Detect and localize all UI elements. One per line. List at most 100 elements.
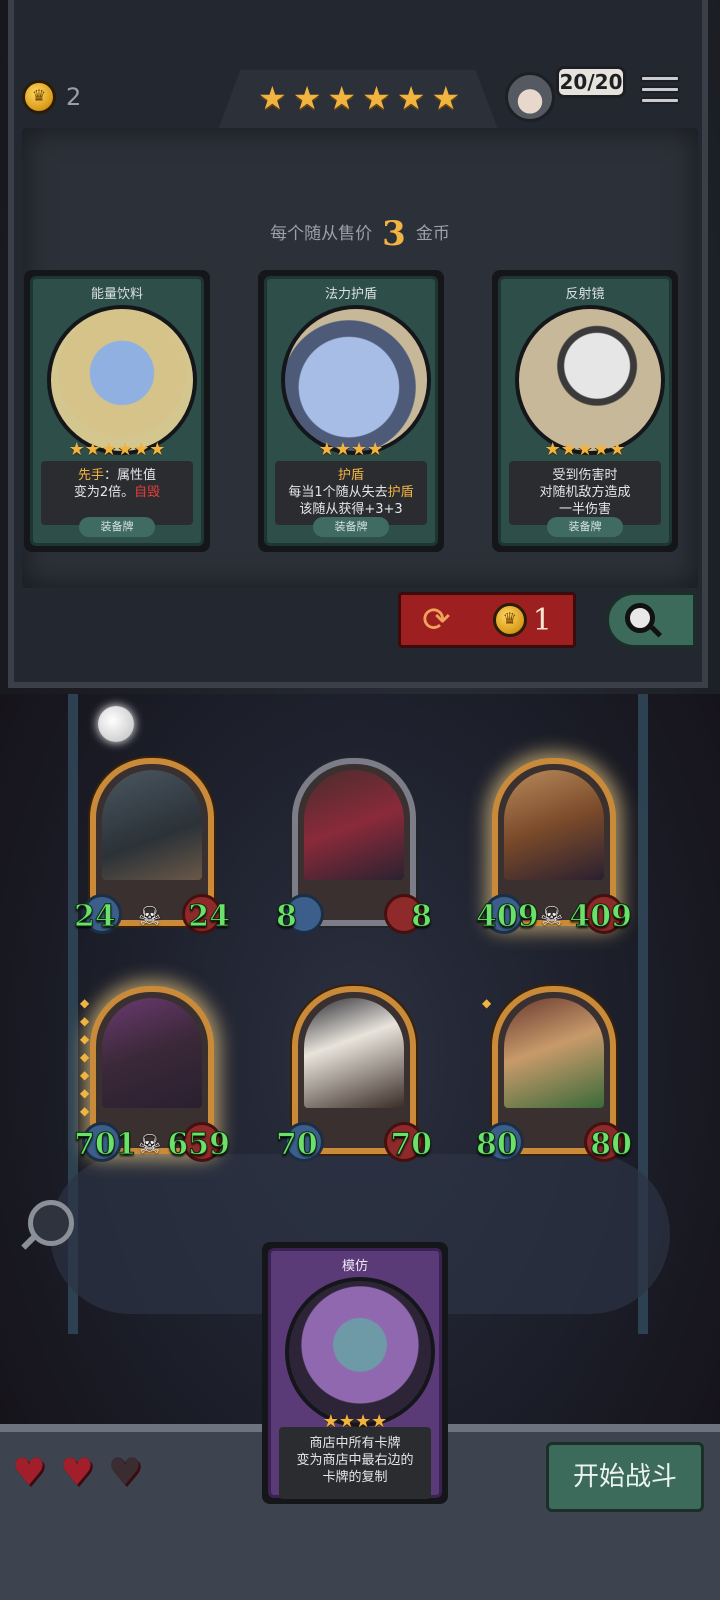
game-screen: ★★★★★★ 2 20/20 每个随从售价3金币 能量饮料 ★★★★★★ 先手：… xyxy=(0,0,720,1600)
card-stars: ★★★★ xyxy=(267,439,435,460)
mimic-art xyxy=(285,1277,435,1427)
diamond-icon: ◆◆◆◆◆◆◆ xyxy=(80,996,90,1118)
star-icon: ★ xyxy=(334,439,351,460)
desc-text: 自毁 xyxy=(134,485,161,500)
minion-attack: 701 xyxy=(74,1127,138,1163)
minion-health: 409 xyxy=(569,899,633,935)
player-health: 20/20 xyxy=(556,66,626,98)
desc-text: 护盾 xyxy=(387,485,414,500)
card-type: 装备牌 xyxy=(547,517,623,537)
menu-icon xyxy=(640,75,680,82)
card-stars: ★★★★★ xyxy=(501,439,669,460)
card-description: 受到伤害时 对随机敌方造成 一半伤害 xyxy=(509,461,661,525)
minion-slot[interactable]: 701 659 ☠ ◆◆◆◆◆◆◆ xyxy=(74,986,230,1166)
card-description: 护盾 每当1个随从失去护盾 该随从获得+3+3 xyxy=(275,461,427,525)
star-icon: ★ xyxy=(149,439,166,460)
minion-slot[interactable]: 80 80 ◆ xyxy=(476,986,632,1166)
star-icon: ★ xyxy=(133,439,150,460)
card-title: 法力护盾 xyxy=(324,287,377,302)
crown-coin-icon xyxy=(22,80,56,114)
minion-health: 80 xyxy=(590,1127,633,1163)
tier-star-icon: ★ xyxy=(362,79,391,117)
card-type: 装备牌 xyxy=(313,517,389,537)
minion-slot[interactable]: 70 70 xyxy=(276,986,432,1166)
card-description: 先手：属性值变为2倍。自毁 xyxy=(41,461,193,525)
minion-attack: 24 xyxy=(74,899,117,935)
star-icon: ★ xyxy=(117,439,134,460)
star-icon: ★ xyxy=(351,439,368,460)
menu-button[interactable] xyxy=(640,72,680,112)
minion-attack: 8 xyxy=(276,899,298,935)
desc-text: 先手 xyxy=(77,468,104,483)
card-title: 模仿 xyxy=(341,1259,368,1274)
minion-attack: 80 xyxy=(476,1127,519,1163)
heart-icon: ♥ xyxy=(12,1450,47,1494)
shop-card-energy-drink[interactable]: 能量饮料 ★★★★★★ 先手：属性值变为2倍。自毁 装备牌 xyxy=(24,270,210,552)
tier-star-icon: ★ xyxy=(431,79,461,117)
desc-text: 受到伤害时 xyxy=(552,468,618,483)
sell-price-note: 每个随从售价 3 金币 xyxy=(0,214,720,254)
desc-text: ：属性值 xyxy=(104,468,157,483)
star-icon: ★ xyxy=(593,439,610,460)
star-icon: ★ xyxy=(544,439,561,460)
minion-slot[interactable]: 409 409 ☠ xyxy=(476,758,632,938)
battle-board: 24 24 ☠ 8 8 409 409 ☠ 701 659 ☠ ◆◆◆◆◆◆◆ 70 70 80 80 ◆ 模仿… xyxy=(0,694,720,1600)
shop-tier-stars: ★ ★ ★ ★ ★ ★ xyxy=(258,80,460,116)
card-stars: ★★★★★★ xyxy=(33,439,201,460)
skull-icon: ☠ xyxy=(138,1130,162,1160)
start-battle-button[interactable]: 开始战斗 xyxy=(546,1442,704,1512)
price-prefix: 每个随从售价 xyxy=(270,224,373,244)
energy-drink-art xyxy=(47,305,197,455)
shop-card-reflect-mirror[interactable]: 反射镜 ★★★★★ 受到伤害时 对随机敌方造成 一半伤害 装备牌 xyxy=(492,270,678,552)
star-icon: ★ xyxy=(609,439,626,460)
refresh-cost: 1 xyxy=(532,602,552,638)
minion-portrait xyxy=(102,770,202,880)
price-value: 3 xyxy=(382,214,406,254)
held-card-mimic[interactable]: 模仿 ★★★★ 商店中所有卡牌 变为商店中最右边的 卡牌的复制 xyxy=(262,1242,448,1504)
card-title: 反射镜 xyxy=(565,287,605,302)
star-icon: ★ xyxy=(576,439,594,460)
minion-health: 659 xyxy=(167,1127,231,1163)
minion-portrait xyxy=(504,998,604,1108)
minion-slot[interactable]: 24 24 ☠ xyxy=(74,758,230,938)
player-avatar[interactable] xyxy=(505,72,555,122)
heart-icon: ♥ xyxy=(108,1450,143,1494)
skull-icon: ☠ xyxy=(138,902,162,932)
desc-text: 护盾 xyxy=(337,468,364,483)
gold-amount: 2 xyxy=(66,83,82,111)
shop-card-mana-shield[interactable]: 法力护盾 ★★★★ 护盾 每当1个随从失去护盾 该随从获得+3+3 装备牌 xyxy=(258,270,444,552)
minion-portrait xyxy=(102,998,202,1108)
refresh-shop-button[interactable]: ⟳ 1 xyxy=(398,592,576,648)
minion-health: 70 xyxy=(390,1127,433,1163)
tier-star-icon: ★ xyxy=(258,79,287,117)
card-title: 能量饮料 xyxy=(90,287,143,302)
card-type: 装备牌 xyxy=(79,517,155,537)
desc-text: 变为2倍。 xyxy=(73,485,135,500)
search-button[interactable] xyxy=(606,592,696,648)
tier-star-icon: ★ xyxy=(327,79,357,117)
crown-coin-icon xyxy=(492,603,527,637)
card-description: 商店中所有卡牌 变为商店中最右边的 卡牌的复制 xyxy=(279,1427,431,1499)
heart-icon: ♥ xyxy=(60,1450,95,1494)
star-icon: ★ xyxy=(84,439,101,460)
skull-icon: ☠ xyxy=(540,902,564,932)
tier-star-icon: ★ xyxy=(396,79,426,117)
minion-attack: 409 xyxy=(476,899,540,935)
star-icon: ★ xyxy=(560,439,577,460)
diamond-icon: ◆ xyxy=(482,996,492,1010)
star-icon: ★ xyxy=(367,439,384,460)
minion-slot[interactable]: 88 xyxy=(276,758,432,938)
minion-portrait xyxy=(304,998,404,1108)
minion-health: 24 xyxy=(188,899,231,935)
gold-counter: 2 xyxy=(22,80,81,114)
price-suffix: 金币 xyxy=(415,224,450,244)
desc-text: 该随从获得+3+3 xyxy=(299,502,403,517)
refresh-icon: ⟳ xyxy=(422,600,451,640)
star-icon: ★ xyxy=(318,439,335,460)
minion-portrait xyxy=(304,770,404,880)
magnifier-icon[interactable] xyxy=(28,1200,74,1246)
mirror-art xyxy=(515,305,665,455)
search-icon xyxy=(625,603,655,633)
mana-shield-art xyxy=(281,305,431,455)
star-icon: ★ xyxy=(100,439,117,460)
